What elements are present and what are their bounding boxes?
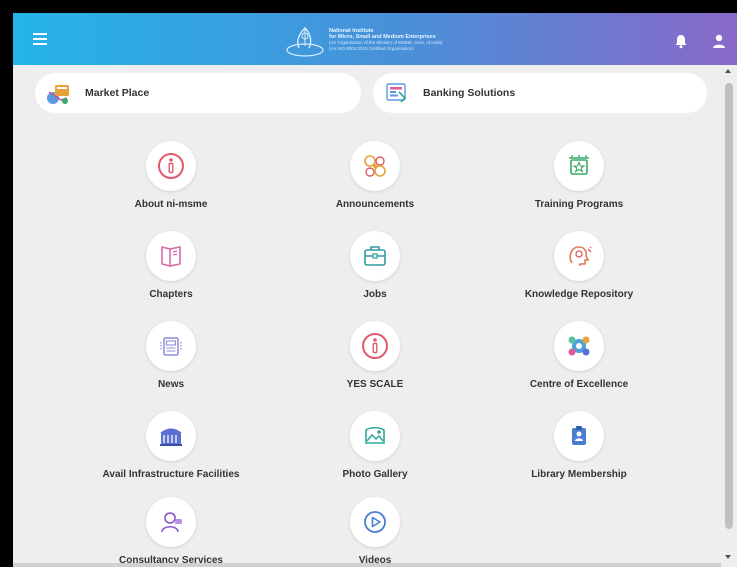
- tile-library-membership[interactable]: Library Membership: [479, 411, 679, 491]
- ni-msme-logo-icon: [286, 27, 324, 57]
- app-header: National Institute for Micro, Small and …: [13, 13, 737, 65]
- horizontal-scrollbar[interactable]: [13, 563, 721, 567]
- tile-chapters[interactable]: Chapters: [71, 231, 271, 311]
- tile-consultancy-services[interactable]: Consultancy Services: [71, 497, 271, 567]
- info-icon: [158, 153, 184, 179]
- menu-icon[interactable]: [33, 33, 47, 45]
- knowledge-icon: [569, 246, 592, 266]
- tile-jobs[interactable]: Jobs: [275, 231, 475, 311]
- market-place-label: Market Place: [85, 87, 150, 99]
- scroll-down-arrow-icon[interactable]: [725, 555, 731, 559]
- banking-solutions-label: Banking Solutions: [423, 87, 516, 99]
- tile-label: About ni-msme: [134, 199, 208, 210]
- tile-label: Library Membership: [531, 469, 627, 480]
- briefcase-icon: [364, 246, 386, 266]
- tile-label: Knowledge Repository: [524, 289, 634, 300]
- tile-label: YES SCALE: [346, 379, 404, 390]
- scroll-up-arrow-icon[interactable]: [725, 69, 731, 73]
- library-icon: [572, 426, 586, 445]
- tile-training-programs[interactable]: Training Programs: [479, 141, 679, 221]
- market-place-button[interactable]: Market Place: [35, 73, 361, 113]
- tile-label: Announcements: [335, 199, 415, 210]
- tile-photo-gallery[interactable]: Photo Gallery: [275, 411, 475, 491]
- tile-yes-scale[interactable]: YES SCALE: [275, 321, 475, 401]
- chapters-icon: [161, 245, 181, 268]
- tile-announcements[interactable]: Announcements: [275, 141, 475, 221]
- tile-label: Centre of Excellence: [529, 379, 629, 390]
- banking-solutions-icon: [386, 83, 407, 103]
- tile-label: Photo Gallery: [342, 469, 408, 480]
- announcements-icon: [364, 155, 386, 177]
- excellence-icon: [568, 336, 590, 356]
- training-icon: [569, 155, 589, 175]
- tile-knowledge-repository[interactable]: Knowledge Repository: [479, 231, 679, 311]
- infrastructure-icon: [160, 428, 182, 446]
- gallery-icon: [365, 426, 385, 444]
- tile-avail-infrastructure-facilities[interactable]: Avail Infrastructure Facilities: [71, 411, 271, 491]
- video-icon: [364, 511, 386, 533]
- tile-label: News: [157, 379, 185, 390]
- tile-label: Chapters: [149, 289, 193, 300]
- tile-about-ni-msme[interactable]: About ni-msme: [71, 141, 271, 221]
- user-icon[interactable]: [711, 33, 727, 49]
- app-window: National Institute for Micro, Small and …: [13, 13, 737, 567]
- bell-icon[interactable]: [673, 33, 689, 49]
- scrollbar-thumb[interactable]: [725, 83, 733, 529]
- consultancy-icon: [161, 512, 182, 533]
- vertical-scrollbar[interactable]: [721, 65, 737, 567]
- tile-label: Avail Infrastructure Facilities: [102, 469, 240, 480]
- tile-centre-of-excellence[interactable]: Centre of Excellence: [479, 321, 679, 401]
- brand-line-4: (An ISO 9001:2015 Certified Organisation…: [329, 46, 414, 51]
- news-icon: [160, 337, 182, 356]
- tile-videos[interactable]: Videos: [275, 497, 475, 567]
- banking-solutions-button[interactable]: Banking Solutions: [373, 73, 707, 113]
- tile-label: Jobs: [363, 289, 387, 300]
- brand-logo-block[interactable]: National Institute for Micro, Small and …: [285, 20, 443, 60]
- info-icon: [362, 333, 388, 359]
- tile-label: Training Programs: [534, 199, 624, 210]
- tile-news[interactable]: News: [71, 321, 271, 401]
- market-place-icon: [47, 85, 69, 104]
